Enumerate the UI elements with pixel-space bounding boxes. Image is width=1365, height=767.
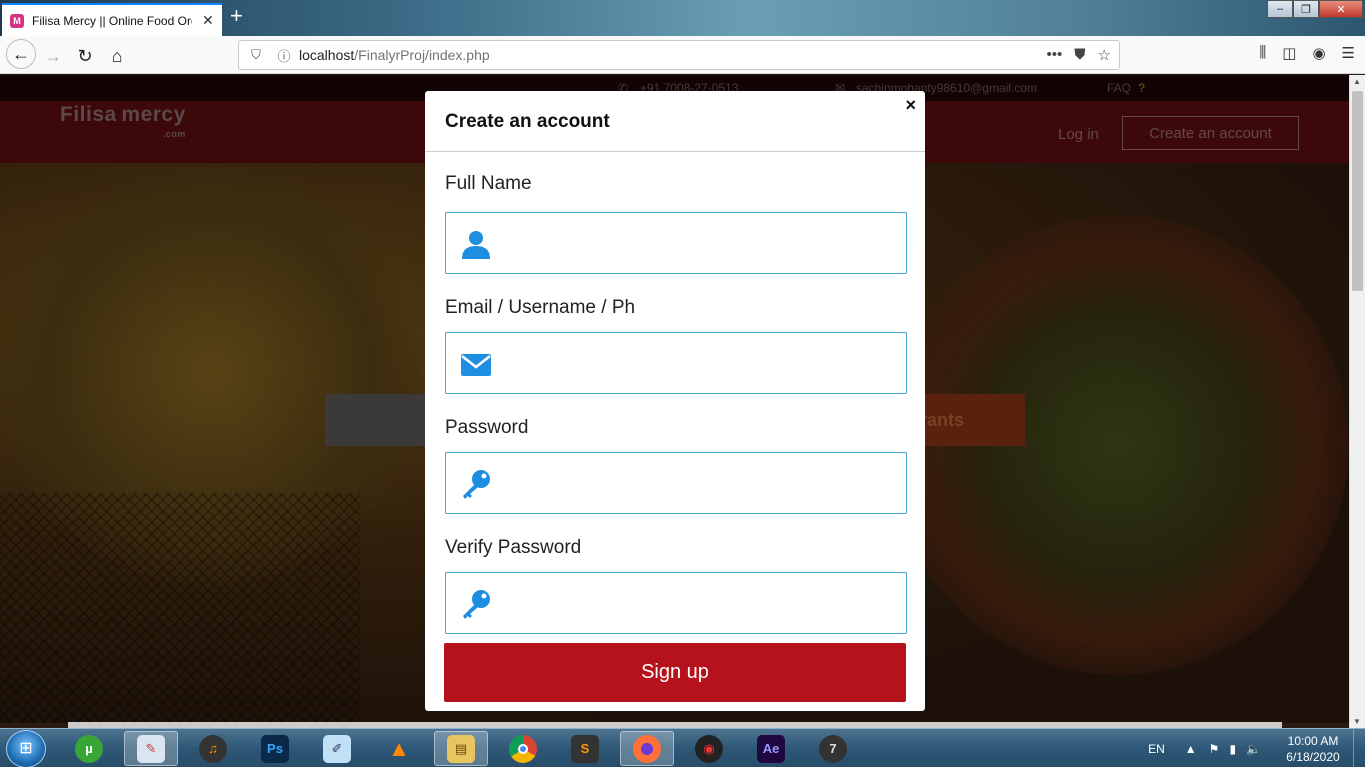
show-hidden-icons[interactable]: ▲ bbox=[1185, 742, 1197, 756]
url-bar[interactable]: ⛉ ⓘ localhost/FinalyrProj/index.php ••• … bbox=[238, 40, 1120, 70]
taskbar-sublime-text[interactable]: S bbox=[558, 731, 612, 766]
email-field[interactable] bbox=[445, 332, 907, 394]
user-icon bbox=[462, 231, 490, 259]
taskbar-paint[interactable]: ✎ bbox=[124, 731, 178, 766]
new-tab-button[interactable]: + bbox=[230, 5, 243, 27]
library-icon[interactable]: ⫼ bbox=[1259, 44, 1266, 62]
taskbar-media-player[interactable]: ◉ bbox=[682, 731, 736, 766]
system-clock[interactable]: 10:00 AM 6/18/2020 bbox=[1273, 733, 1353, 765]
notepad-icon: ✐ bbox=[323, 734, 351, 763]
modal-header: Create an account × bbox=[425, 91, 925, 152]
url-text: localhost/FinalyrProj/index.php bbox=[299, 47, 490, 63]
taskbar-fl-studio[interactable]: ♫ bbox=[186, 731, 240, 766]
volume-muted-icon[interactable]: 🔈 bbox=[1246, 742, 1261, 756]
language-indicator[interactable]: EN bbox=[1148, 742, 1165, 756]
taskbar-firefox[interactable] bbox=[620, 731, 674, 766]
bookmark-star-icon[interactable]: ☆ bbox=[1098, 46, 1111, 64]
taskbar-file-explorer[interactable]: ▤ bbox=[434, 731, 488, 766]
taskbar-chrome[interactable] bbox=[496, 731, 550, 766]
windows-logo-icon: ⊞ bbox=[19, 740, 33, 757]
taskbar-after-effects[interactable]: Ae bbox=[744, 731, 798, 766]
taskbar-windows-7-utility[interactable]: 7 bbox=[806, 731, 860, 766]
verify-password-input[interactable] bbox=[506, 585, 896, 623]
pocket-icon[interactable]: ⛊ bbox=[1074, 46, 1085, 64]
key-icon bbox=[463, 470, 490, 499]
action-center-flag-icon[interactable]: ⚑ bbox=[1209, 742, 1220, 756]
full-name-field[interactable] bbox=[445, 212, 907, 274]
start-button[interactable]: ⊞ bbox=[6, 730, 46, 767]
info-icon[interactable]: ⓘ bbox=[273, 46, 295, 65]
page-actions-button[interactable]: ••• bbox=[1047, 46, 1063, 64]
fl-studio-icon: ♫ bbox=[199, 734, 227, 763]
browser-nav-bar: ← → ↻ ⌂ ⛉ ⓘ localhost/FinalyrProj/index.… bbox=[0, 36, 1365, 74]
scrollbar-thumb[interactable] bbox=[1352, 91, 1363, 291]
email-label: Email / Username / Ph bbox=[445, 297, 636, 318]
browser-tab-strip: M Filisa Mercy || Online Food Ord ✕ + – … bbox=[0, 0, 1365, 36]
folder-icon: ▤ bbox=[447, 734, 475, 763]
chrome-icon bbox=[509, 734, 537, 763]
sidebar-icon[interactable]: ◫ bbox=[1282, 44, 1296, 62]
paint-icon: ✎ bbox=[137, 734, 165, 763]
site-favicon-icon: M bbox=[10, 13, 24, 28]
key-icon bbox=[463, 590, 490, 619]
minimize-button[interactable]: – bbox=[1267, 0, 1293, 18]
modal-close-button[interactable]: × bbox=[905, 95, 916, 116]
forward-button[interactable]: → bbox=[40, 43, 66, 69]
url-bar-actions: ••• ⛊ ☆ bbox=[1047, 46, 1119, 64]
taskbar-utorrent[interactable]: µ bbox=[62, 731, 116, 766]
password-label: Password bbox=[445, 417, 529, 438]
utorrent-icon: µ bbox=[75, 734, 103, 763]
envelope-icon bbox=[461, 354, 491, 376]
back-button[interactable]: ← bbox=[6, 39, 36, 69]
create-account-modal: Create an account × Full Name Email / Us… bbox=[425, 91, 925, 711]
menu-icon[interactable]: ☰ bbox=[1342, 44, 1355, 62]
full-name-input[interactable] bbox=[506, 225, 896, 263]
taskbar-notepad[interactable]: ✐ bbox=[310, 731, 364, 766]
browser-tab[interactable]: M Filisa Mercy || Online Food Ord ✕ bbox=[2, 3, 222, 36]
page-scrollbar[interactable]: ▲ ▼ bbox=[1349, 75, 1365, 728]
tab-close-icon[interactable]: ✕ bbox=[202, 12, 214, 29]
after-effects-icon: Ae bbox=[757, 734, 785, 763]
email-input[interactable] bbox=[506, 345, 896, 383]
shield-icon[interactable]: ⛉ bbox=[245, 47, 267, 63]
verify-password-label: Verify Password bbox=[445, 537, 582, 558]
sign-up-button[interactable]: Sign up bbox=[444, 643, 906, 702]
sublime-text-icon: S bbox=[571, 734, 599, 763]
system-tray: EN ▲ ⚑ ▮ 🔈 10:00 AM 6/18/2020 bbox=[1148, 729, 1365, 767]
url-host: localhost bbox=[299, 47, 355, 63]
photoshop-icon: Ps bbox=[261, 734, 289, 763]
full-name-label: Full Name bbox=[445, 173, 532, 194]
browser-toolbar: ⫼ ◫ ◉ ☰ bbox=[1259, 44, 1355, 62]
verify-password-field[interactable] bbox=[445, 572, 907, 634]
home-button[interactable]: ⌂ bbox=[104, 43, 130, 69]
password-input[interactable] bbox=[506, 465, 896, 503]
clock-date: 6/18/2020 bbox=[1286, 749, 1340, 764]
taskbar-vlc[interactable]: ▲ bbox=[372, 731, 426, 766]
password-field[interactable] bbox=[445, 452, 907, 514]
modal-title: Create an account bbox=[445, 111, 610, 132]
windows-taskbar: ⊞ µ ✎ ♫ Ps ✐ ▲ ▤ S ◉ Ae 7 EN ▲ ⚑ ▮ 🔈 10:… bbox=[0, 728, 1365, 767]
reload-button[interactable]: ↻ bbox=[72, 43, 98, 69]
scroll-up-icon[interactable]: ▲ bbox=[1353, 77, 1361, 86]
network-icon[interactable]: ▮ bbox=[1229, 742, 1236, 756]
close-window-button[interactable]: ✕ bbox=[1319, 0, 1363, 18]
media-player-icon: ◉ bbox=[695, 734, 723, 763]
url-path: /FinalyrProj/index.php bbox=[354, 47, 490, 63]
account-icon[interactable]: ◉ bbox=[1312, 44, 1325, 62]
scroll-down-icon[interactable]: ▼ bbox=[1353, 717, 1361, 726]
vlc-icon: ▲ bbox=[388, 735, 410, 761]
windows-7-utility-icon: 7 bbox=[819, 734, 847, 763]
window-controls: – ❐ ✕ bbox=[1267, 0, 1363, 18]
clock-time: 10:00 AM bbox=[1287, 733, 1339, 748]
firefox-icon bbox=[633, 734, 661, 763]
taskbar-photoshop[interactable]: Ps bbox=[248, 731, 302, 766]
show-desktop-button[interactable] bbox=[1353, 729, 1365, 767]
tab-title: Filisa Mercy || Online Food Ord bbox=[32, 13, 192, 28]
maximize-button[interactable]: ❐ bbox=[1293, 0, 1319, 18]
